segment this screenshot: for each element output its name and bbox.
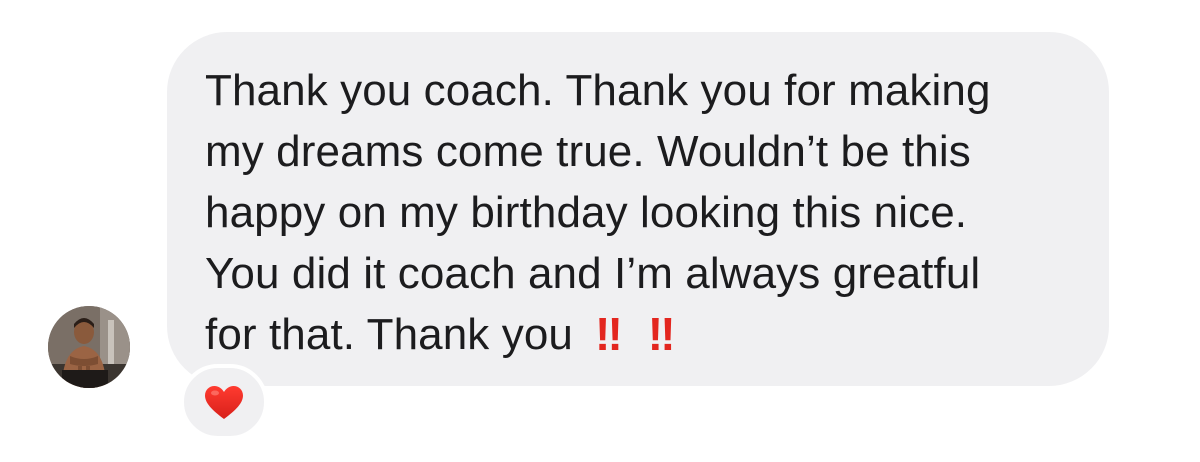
avatar-photo <box>48 306 130 388</box>
message-line: my dreams come true. Wouldn’t be this <box>205 127 971 176</box>
reaction-badge[interactable] <box>180 364 268 440</box>
avatar[interactable] <box>48 306 130 388</box>
double-exclamation-icon: ‼ <box>647 308 676 360</box>
message-line: Thank you coach. Thank you for making <box>205 66 991 115</box>
double-exclamation-icon: ‼ <box>594 308 623 360</box>
message-line: happy on my birthday looking this nice. <box>205 188 968 237</box>
message-line: You did it coach and I’m always greatful <box>205 249 981 298</box>
message-text: Thank you coach. Thank you for making my… <box>205 60 1085 365</box>
message-line: for that. Thank you <box>205 310 573 359</box>
red-heart-icon <box>205 386 243 419</box>
message-line-last: for that. Thank you ‼ ‼ <box>205 304 1085 365</box>
